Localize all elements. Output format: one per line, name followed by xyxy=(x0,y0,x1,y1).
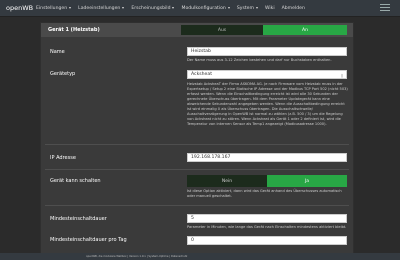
device-type-help: Heizstab AcksheaT der Firma ASKOMA AG. J… xyxy=(187,82,348,126)
ip-label: IP Adresse xyxy=(50,155,76,161)
ip-input[interactable]: 192.168.178.167 xyxy=(187,153,347,162)
min-duration-day-label: Mindesteinschaltdauer pro Tag xyxy=(50,237,127,243)
nav-wiki[interactable]: Wiki xyxy=(265,6,275,11)
nav-einstellungen[interactable]: Einstellungen xyxy=(36,6,72,11)
device-type-label: Gerätetyp xyxy=(50,71,76,77)
chevron-down-icon: ◊ xyxy=(341,73,343,78)
divider xyxy=(45,144,349,145)
device-type-value: Acksheat xyxy=(191,72,212,77)
min-duration-day-input[interactable]: 0 xyxy=(187,236,347,245)
nav-abmelden[interactable]: Abmelden xyxy=(282,6,305,11)
name-label: Name xyxy=(50,49,65,55)
name-help: Der Name muss aus 3-12 Zeichen bestehen … xyxy=(187,58,332,62)
card-header: Gerät 1 (Heizstab) Aus An xyxy=(41,23,353,37)
min-duration-label: Mindesteinschaltdauer xyxy=(50,216,107,222)
chevron-down-icon xyxy=(227,7,230,9)
switchable-no-button[interactable]: Nein xyxy=(187,175,267,187)
chevron-down-icon xyxy=(172,7,175,9)
device-on-button[interactable]: An xyxy=(263,25,347,35)
switchable-help: Ist diese Option aktiviert, dann wird da… xyxy=(187,189,342,198)
chevron-down-icon xyxy=(255,7,258,9)
divider xyxy=(45,169,349,170)
footer: openWB, die modulare Wallbox | Version 1… xyxy=(0,253,400,260)
min-duration-input[interactable]: 5 xyxy=(187,214,347,223)
brand-logo[interactable]: openWB xyxy=(6,4,36,12)
nav-system[interactable]: System xyxy=(237,6,258,11)
footer-text: openWB, die modulare Wallbox | Version 1… xyxy=(86,255,188,258)
switchable-yes-button[interactable]: Ja xyxy=(267,175,347,187)
switchable-label: Gerät kann schalten xyxy=(50,178,101,184)
nav-modulkonfiguration[interactable]: Modulkonfiguration xyxy=(181,6,230,11)
name-input[interactable]: Heizstab xyxy=(187,47,347,56)
top-navbar: openWB Einstellungen Ladeeinstellungen E… xyxy=(0,0,400,17)
menu-icon[interactable] xyxy=(380,4,390,12)
device-card: Gerät 1 (Heizstab) Aus An Name Heizstab … xyxy=(40,22,354,254)
device-off-button[interactable]: Aus xyxy=(181,25,263,35)
chevron-down-icon xyxy=(69,7,72,9)
divider xyxy=(45,205,349,206)
chevron-down-icon xyxy=(122,7,125,9)
nav-ladeeinstellungen[interactable]: Ladeeinstellungen xyxy=(78,6,125,11)
card-title: Gerät 1 (Heizstab) xyxy=(48,27,100,33)
min-duration-help: Parameter in Minuten, wie lange das Gerä… xyxy=(187,225,347,229)
nav-erscheinungsbild[interactable]: Erscheinungsbild xyxy=(131,6,175,11)
device-type-select[interactable]: Acksheat ◊ xyxy=(187,70,347,79)
